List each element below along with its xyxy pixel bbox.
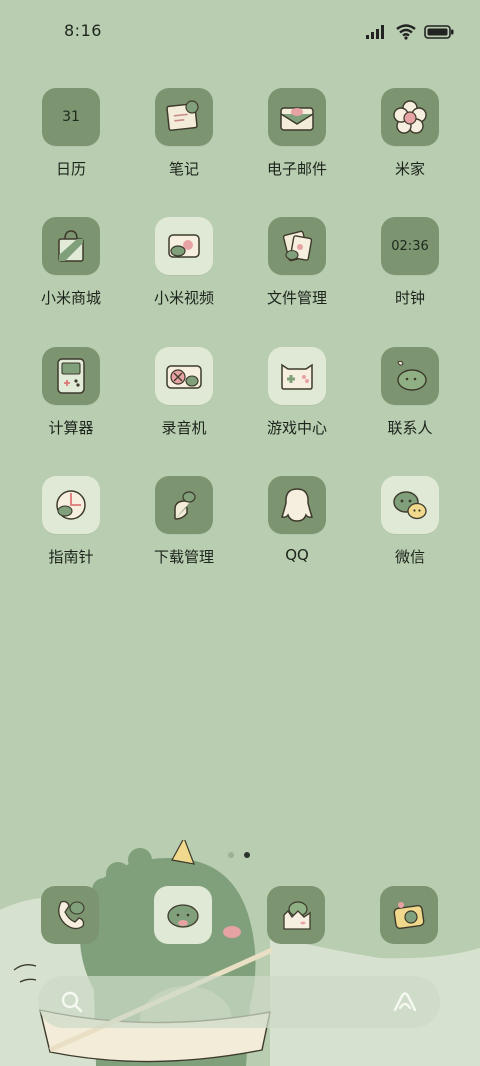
shopping-bag-icon [42,217,100,275]
app-wechat[interactable]: 微信 [360,476,460,567]
files-icon [268,217,326,275]
app-recorder[interactable]: 录音机 [134,347,234,438]
app-mi-video[interactable]: 小米视频 [134,217,234,308]
app-label: 电子邮件 [266,160,327,178]
dock-app-phone[interactable] [41,886,99,944]
dock-app-camera[interactable] [380,886,438,944]
contacts-dino-icon [381,347,439,405]
notes-icon [155,88,213,146]
app-label: 录音机 [161,419,207,437]
app-clock[interactable]: 02:36 时钟 [360,217,460,308]
gallery-icon [283,901,311,930]
dock-app-messages[interactable] [154,886,212,944]
calendar-icon: 31 [42,88,100,146]
app-label: 联系人 [387,419,433,437]
messages-icon [167,904,199,928]
wechat-icon [381,476,439,534]
app-notes[interactable]: 笔记 [134,88,234,179]
app-qq[interactable]: QQ [247,476,347,564]
app-file-manager[interactable]: 文件管理 [247,217,347,308]
status-icons [366,22,454,42]
app-label: 日历 [55,160,86,178]
calculator-icon [42,347,100,405]
app-label: QQ [285,546,309,564]
assistant-icon[interactable] [392,990,418,1014]
dock-app-gallery[interactable] [267,886,325,944]
app-email[interactable]: 电子邮件 [247,88,347,179]
app-calculator[interactable]: 计算器 [21,347,121,438]
app-compass[interactable]: 指南针 [21,476,121,567]
app-label: 米家 [394,160,425,178]
qq-penguin-icon [268,476,326,534]
signal-icon [366,25,384,39]
app-label: 微信 [394,548,425,566]
app-label: 下载管理 [153,548,214,566]
app-mijia[interactable]: 米家 [360,88,460,179]
search-icon[interactable] [60,990,84,1014]
app-label: 游戏中心 [266,419,327,437]
app-contacts[interactable]: 联系人 [360,347,460,438]
camera-icon [393,902,425,930]
app-label: 笔记 [168,160,199,178]
app-game-center[interactable]: 游戏中心 [247,347,347,438]
search-bar[interactable] [38,976,440,1028]
wifi-icon [396,24,416,40]
wallpaper-dino-illustration [0,840,480,1066]
app-calendar[interactable]: 31 日历 [21,88,121,179]
phone-icon [58,900,85,930]
compass-icon [42,476,100,534]
download-icon [155,476,213,534]
app-label: 指南针 [48,548,94,566]
status-time: 8:16 [64,21,102,40]
battery-icon [424,25,454,39]
email-icon [268,88,326,146]
status-bar: 8:16 [0,0,480,62]
app-download-manager[interactable]: 下载管理 [134,476,234,567]
app-label: 时钟 [394,289,425,307]
app-label: 小米视频 [153,289,214,307]
recorder-icon [155,347,213,405]
mijia-flower-icon [381,88,439,146]
app-mi-store[interactable]: 小米商城 [21,217,121,308]
app-label: 计算器 [48,419,94,437]
app-label: 文件管理 [266,289,327,307]
video-player-icon [155,217,213,275]
gamepad-icon [268,347,326,405]
calendar-date: 31 [62,109,80,125]
app-label: 小米商城 [40,289,101,307]
clock-time: 02:36 [391,238,429,254]
clock-icon: 02:36 [381,217,439,275]
